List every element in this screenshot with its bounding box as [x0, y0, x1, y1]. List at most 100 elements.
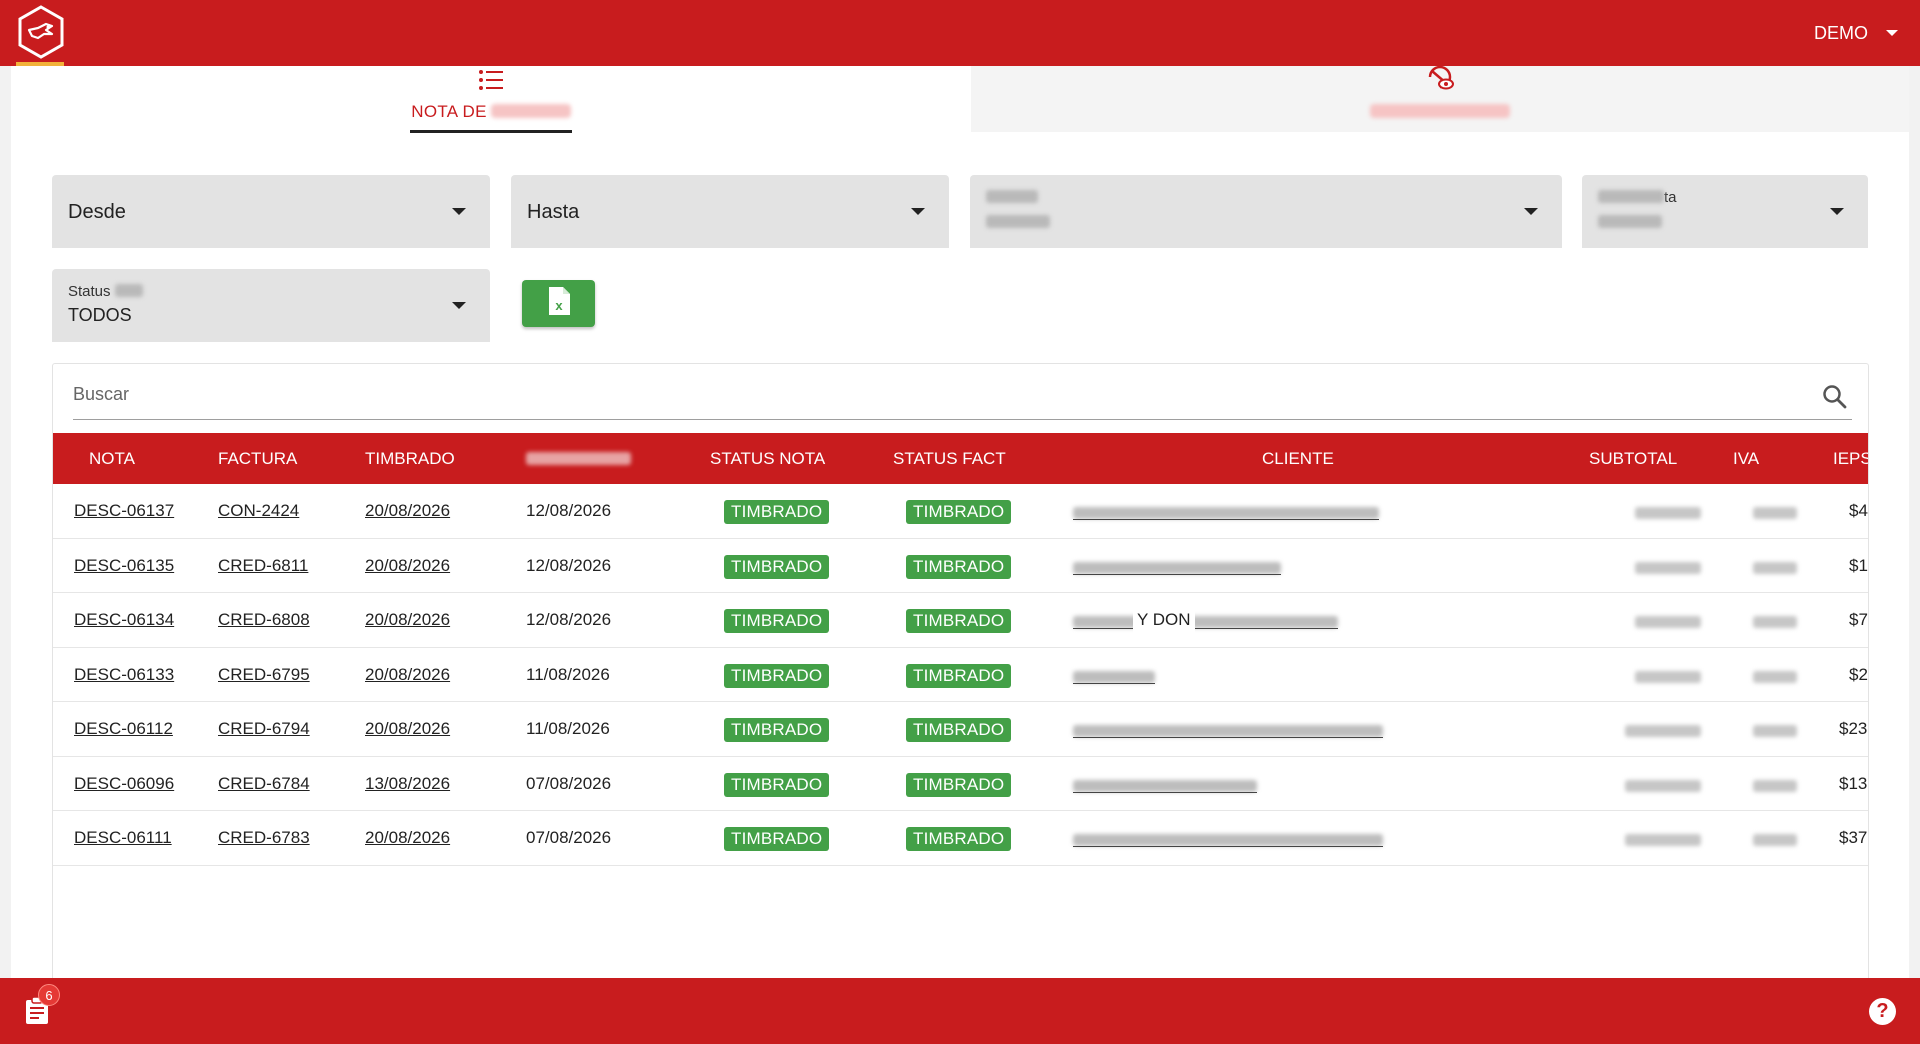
column-header-factura[interactable]: FACTURA [218, 433, 297, 484]
ieps-value: $14 [1849, 555, 1868, 575]
status-fact-badge: TIMBRADO [906, 500, 1012, 524]
subtotal-redacted [1625, 834, 1701, 846]
tab-nota-de-credito[interactable]: NOTA DE [11, 66, 971, 132]
main-panel: NOTA DE Desde Hasta ta Status TODOS x Bu… [11, 65, 1909, 988]
nota-link[interactable]: DESC-06096 [74, 757, 174, 811]
column-header-facturado[interactable] [526, 433, 631, 484]
desde-date-select[interactable]: Desde [52, 175, 490, 248]
factura-link[interactable]: CRED-6784 [218, 757, 310, 811]
facturado-date: 12/08/2026 [526, 501, 612, 520]
table-row[interactable]: DESC-06137 CON-2424 20/08/2026 12/08/202… [53, 484, 1868, 539]
subtotal-redacted [1625, 779, 1701, 792]
cliente-name-redacted [1073, 561, 1281, 574]
column-header-status-fact[interactable]: STATUS FACT [893, 433, 1006, 484]
cliente-link-underline[interactable] [1073, 628, 1338, 629]
column-header-subtotal[interactable]: SUBTOTAL [1589, 433, 1677, 484]
search-input[interactable] [73, 384, 1773, 405]
iva-redacted [1753, 670, 1797, 683]
dropdown-arrow-icon [1830, 208, 1844, 215]
factura-link[interactable]: CRED-6794 [218, 702, 310, 756]
status-nota-badge: TIMBRADO [724, 663, 830, 688]
subtotal-redacted [1635, 616, 1701, 628]
timbrado-date-link[interactable]: 20/08/2026 [365, 484, 450, 538]
status-fact-value: TODOS [68, 305, 132, 325]
cliente-label [986, 189, 1038, 206]
cliente-name-redacted [1073, 725, 1383, 737]
active-tab-indicator [410, 130, 572, 133]
column-header-nota[interactable]: NOTA [89, 433, 135, 484]
facturado-date: 11/08/2026 [526, 719, 610, 738]
status-nota-value [1598, 211, 1662, 232]
status-fact-select[interactable]: Status TODOS [52, 269, 490, 342]
cliente-link-underline[interactable] [1073, 846, 1383, 847]
cliente-link-underline[interactable] [1073, 737, 1383, 738]
column-header-ieps[interactable]: IEPS [1833, 433, 1868, 484]
status-fact-badge: TIMBRADO [906, 718, 1012, 742]
column-header-cliente[interactable]: CLIENTE [1262, 433, 1334, 484]
cliente-link-underline[interactable] [1073, 573, 1281, 575]
table-row[interactable]: DESC-06112 CRED-6794 20/08/2026 11/08/20… [53, 702, 1868, 757]
nota-link[interactable]: DESC-06133 [74, 648, 174, 702]
cliente-name-redacted [1073, 616, 1338, 628]
factura-link[interactable]: CRED-6795 [218, 648, 310, 702]
status-nota-badge: TIMBRADO [724, 554, 830, 579]
hexagon-bird-logo-icon[interactable] [16, 4, 66, 60]
table-body: DESC-06137 CON-2424 20/08/2026 12/08/202… [53, 484, 1868, 866]
cliente-link-underline[interactable] [1073, 682, 1155, 684]
table-row[interactable]: DESC-06134 CRED-6808 20/08/2026 12/08/20… [53, 593, 1868, 648]
ieps-value: $132 [1839, 773, 1868, 793]
factura-link[interactable]: CRED-6808 [218, 593, 310, 647]
iva-redacted [1753, 616, 1797, 628]
nota-link[interactable]: DESC-06137 [74, 484, 174, 538]
help-icon[interactable]: ? [1869, 998, 1896, 1025]
timbrado-date-link[interactable]: 20/08/2026 [365, 648, 450, 702]
nota-link[interactable]: DESC-06112 [74, 702, 173, 756]
cliente-link-underline[interactable] [1073, 519, 1379, 520]
dropdown-arrow-icon [911, 208, 925, 215]
cliente-link-underline[interactable] [1073, 791, 1257, 793]
column-header-iva[interactable]: IVA [1733, 433, 1759, 484]
timbrado-date-link[interactable]: 20/08/2026 [365, 811, 450, 865]
list-icon [478, 69, 504, 96]
hasta-label: Hasta [527, 201, 580, 223]
column-header-status-nota[interactable]: STATUS NOTA [710, 433, 825, 484]
nota-link[interactable]: DESC-06135 [74, 539, 174, 593]
timbrado-date-link[interactable]: 20/08/2026 [365, 539, 450, 593]
timbrado-date-link[interactable]: 13/08/2026 [365, 757, 450, 811]
nota-link[interactable]: DESC-06111 [74, 811, 172, 865]
status-fact-badge: TIMBRADO [906, 663, 1012, 688]
search-icon[interactable] [1822, 384, 1848, 415]
ieps-value: $20 [1849, 664, 1868, 684]
factura-link[interactable]: CRED-6811 [218, 539, 308, 593]
table-row[interactable]: DESC-06111 CRED-6783 20/08/2026 07/08/20… [53, 811, 1868, 866]
table-row[interactable]: DESC-06135 CRED-6811 20/08/2026 12/08/20… [53, 539, 1868, 593]
top-app-bar: DEMO [0, 0, 1920, 66]
table-row[interactable]: DESC-06133 CRED-6795 20/08/2026 11/08/20… [53, 648, 1868, 702]
iva-redacted [1753, 507, 1797, 519]
iva-redacted [1753, 725, 1797, 737]
cliente-visible-words[interactable]: Y DON [1133, 593, 1195, 647]
hasta-date-select[interactable]: Hasta [511, 175, 949, 248]
user-menu[interactable]: DEMO [1814, 0, 1898, 66]
status-nota-select[interactable]: ta [1582, 175, 1868, 248]
table-row[interactable]: DESC-06096 CRED-6784 13/08/2026 07/08/20… [53, 757, 1868, 811]
iva-redacted [1753, 834, 1797, 846]
nota-link[interactable]: DESC-06134 [74, 593, 174, 647]
factura-link[interactable]: CON-2424 [218, 484, 299, 538]
eye-refresh-icon [1426, 65, 1454, 96]
cliente-name-redacted [1073, 507, 1379, 519]
status-fact-badge: TIMBRADO [906, 772, 1012, 797]
ieps-value: $72 [1849, 610, 1868, 629]
export-excel-button[interactable]: x [522, 280, 595, 327]
factura-link[interactable]: CRED-6783 [218, 811, 310, 865]
cliente-select[interactable] [970, 175, 1562, 248]
svg-text:x: x [555, 298, 563, 313]
column-header-timbrado[interactable]: TIMBRADO [365, 433, 455, 484]
desde-label: Desde [68, 201, 126, 223]
timbrado-date-link[interactable]: 20/08/2026 [365, 702, 450, 756]
timbrado-date-link[interactable]: 20/08/2026 [365, 593, 450, 647]
status-nota-badge: TIMBRADO [724, 718, 830, 742]
notifications-count-badge: 6 [38, 984, 60, 1006]
status-nota-badge: TIMBRADO [724, 772, 830, 797]
tab-devoluciones[interactable] [971, 65, 1909, 132]
